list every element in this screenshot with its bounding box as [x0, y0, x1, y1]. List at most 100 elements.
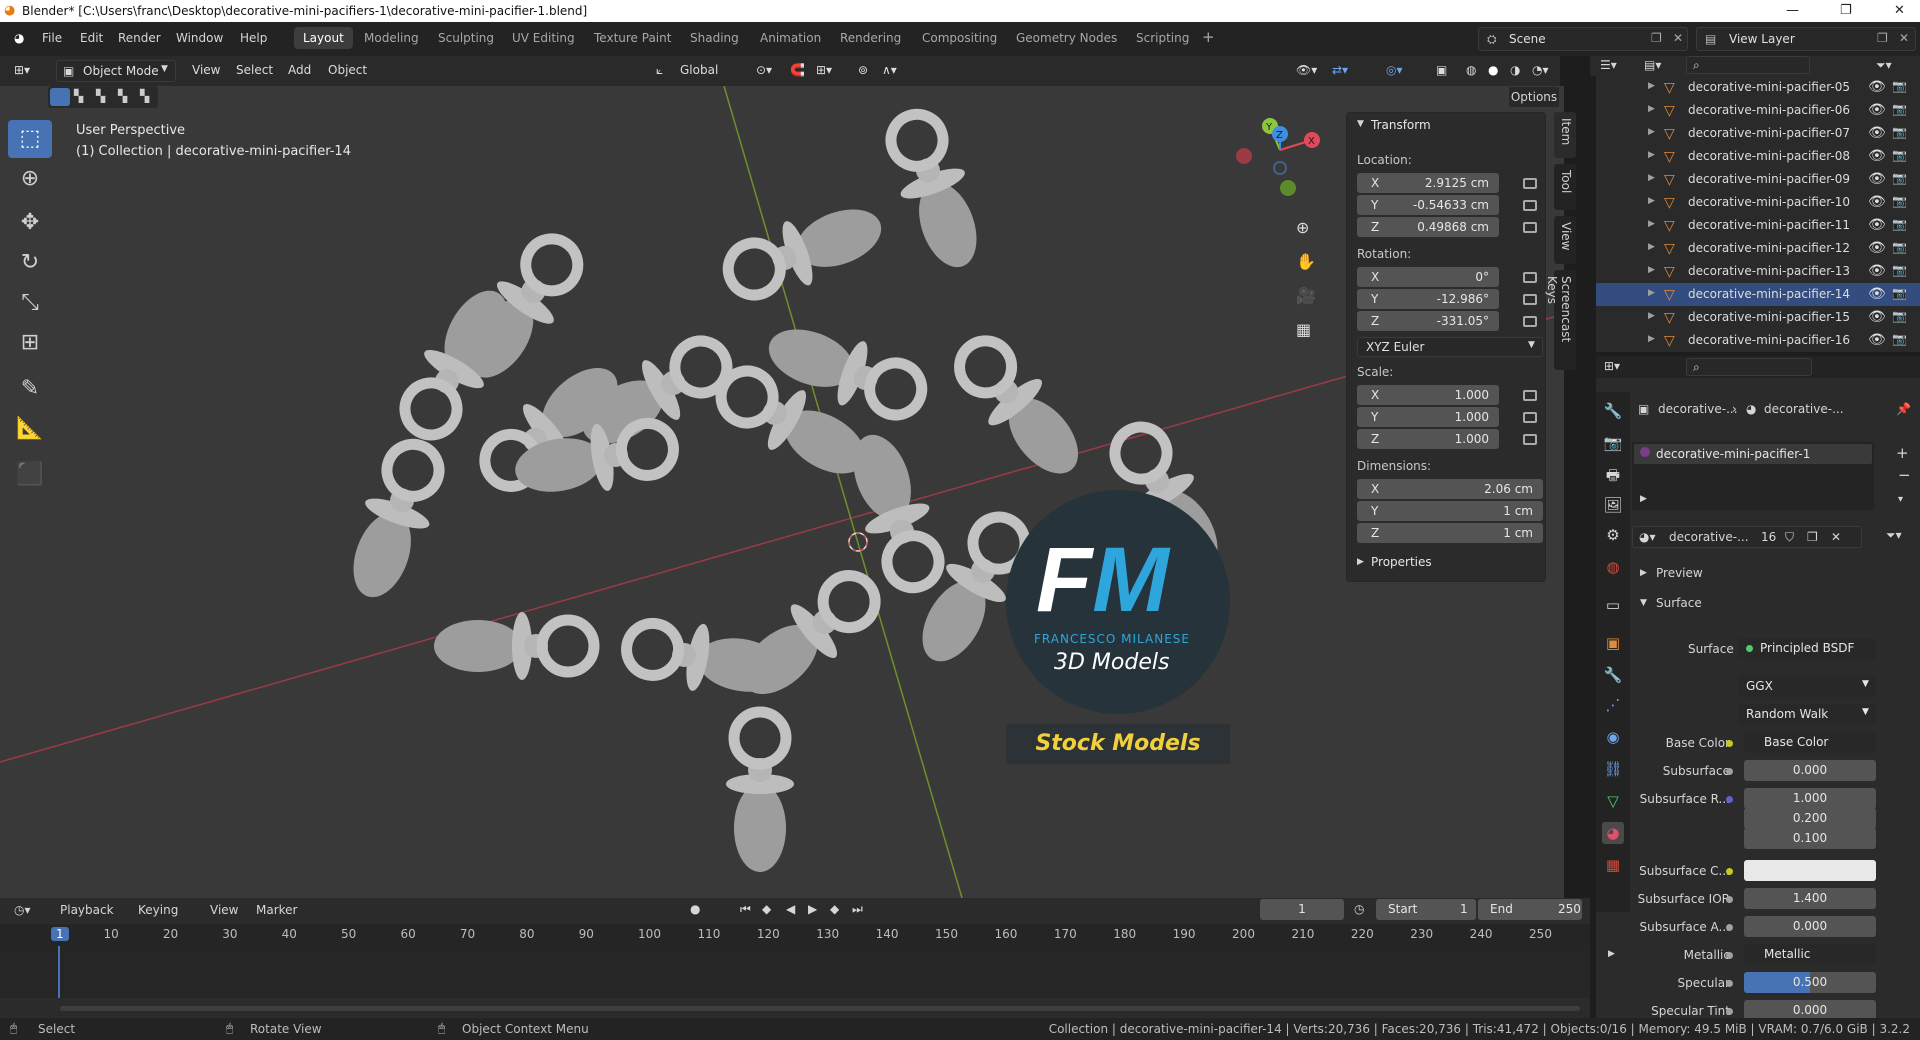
- socket-icon[interactable]: [1726, 768, 1733, 775]
- eye-icon[interactable]: 👁: [1868, 171, 1886, 187]
- menu-keying[interactable]: Keying: [138, 903, 178, 917]
- expand-icon[interactable]: ▶: [1648, 311, 1655, 321]
- remove-scene-icon[interactable]: ✕: [1673, 31, 1683, 45]
- overlays-icon[interactable]: ◎▾: [1386, 63, 1403, 77]
- menu-object[interactable]: Object: [328, 63, 367, 77]
- menu-file[interactable]: File: [42, 31, 62, 45]
- pan-hand-icon[interactable]: ✋: [1296, 252, 1316, 271]
- scene-icon[interactable]: ⚙: [1602, 524, 1624, 546]
- data-icon[interactable]: ▽: [1602, 790, 1624, 812]
- pin-icon[interactable]: 📌: [1896, 402, 1911, 416]
- material-slot-row[interactable]: decorative-mini-pacifier-1: [1634, 444, 1872, 464]
- eye-icon[interactable]: 👁: [1868, 125, 1886, 141]
- proportional-edit-icon[interactable]: ⊚: [858, 63, 868, 77]
- lock-icon[interactable]: [1523, 200, 1537, 211]
- lock-icon[interactable]: [1523, 316, 1537, 327]
- expand-icon[interactable]: ▶: [1648, 242, 1655, 252]
- shader-input-field[interactable]: Base Color: [1744, 732, 1876, 753]
- socket-icon[interactable]: [1726, 796, 1733, 803]
- record-icon[interactable]: ●: [690, 902, 700, 916]
- outliner-row[interactable]: ▶ ▽ decorative-mini-pacifier-07 👁 📷: [1596, 122, 1920, 145]
- lock-icon[interactable]: [1523, 434, 1537, 445]
- material-shading-icon[interactable]: ◑: [1510, 63, 1520, 77]
- shader-input-field[interactable]: 0.000: [1744, 916, 1876, 937]
- material-icon[interactable]: ◕: [1602, 822, 1624, 844]
- move-tool-icon[interactable]: ✥: [8, 204, 52, 242]
- surface-header[interactable]: Surface: [1656, 596, 1702, 610]
- expand-icon[interactable]: ▶: [1640, 568, 1647, 578]
- outliner-search-input[interactable]: ⌕: [1686, 56, 1810, 74]
- location-y-field[interactable]: Y -0.54633 cm: [1357, 195, 1499, 215]
- start-frame-field[interactable]: Start 1: [1376, 899, 1476, 920]
- render-icon[interactable]: 📷: [1602, 432, 1624, 454]
- lock-icon[interactable]: [1523, 178, 1537, 189]
- physics-icon[interactable]: ◉: [1602, 726, 1624, 748]
- filter-icon[interactable]: ⏷▾: [1876, 58, 1892, 73]
- lock-icon[interactable]: [1523, 222, 1537, 233]
- minimize-icon[interactable]: —: [1786, 3, 1799, 18]
- eye-icon[interactable]: 👁: [1868, 309, 1886, 325]
- playhead[interactable]: [58, 946, 60, 998]
- outliner-row[interactable]: ▶ ▽ decorative-mini-pacifier-06 👁 📷: [1596, 99, 1920, 122]
- fake-user-icon[interactable]: ⛉: [1785, 530, 1794, 545]
- tab-scripting[interactable]: Scripting: [1136, 31, 1189, 45]
- render-camera-icon[interactable]: 📷: [1892, 332, 1907, 346]
- expand-icon[interactable]: ▶: [1648, 288, 1655, 298]
- menu-edit[interactable]: Edit: [80, 31, 103, 45]
- shader-input-field[interactable]: 1.000: [1744, 788, 1876, 809]
- rendered-shading-icon[interactable]: ◔▾: [1532, 63, 1549, 77]
- end-frame-field[interactable]: End 250: [1478, 899, 1582, 920]
- remove-view-layer-icon[interactable]: ✕: [1899, 31, 1909, 45]
- scale-z-field[interactable]: Z 1.000: [1357, 429, 1499, 449]
- cursor-tool-icon[interactable]: ⊕: [8, 160, 52, 198]
- render-camera-icon[interactable]: 📷: [1892, 102, 1907, 116]
- properties-editor-icon[interactable]: ⊞▾: [1604, 359, 1620, 373]
- expand-icon[interactable]: ▶: [1648, 104, 1655, 114]
- socket-icon[interactable]: [1726, 924, 1733, 931]
- shader-input-field[interactable]: 1.400: [1744, 888, 1876, 909]
- eye-icon[interactable]: 👁: [1868, 217, 1886, 233]
- falloff-icon[interactable]: ∧▾: [882, 63, 897, 77]
- new-scene-icon[interactable]: ❐: [1651, 31, 1662, 45]
- output-icon[interactable]: 🖶: [1602, 464, 1624, 486]
- editor-type-icon[interactable]: ⊞▾: [14, 63, 30, 77]
- scale-x-field[interactable]: X 1.000: [1357, 385, 1499, 405]
- render-camera-icon[interactable]: 📷: [1892, 125, 1907, 139]
- mode-dropdown[interactable]: ▣ Object Mode ▼: [56, 60, 176, 82]
- collapse-icon[interactable]: ▼: [1640, 598, 1647, 608]
- expand-icon[interactable]: ▶: [1648, 334, 1655, 344]
- maximize-icon[interactable]: ❐: [1840, 3, 1852, 18]
- particles-icon[interactable]: ⋰: [1602, 694, 1624, 716]
- eye-icon[interactable]: 👁: [1868, 286, 1886, 302]
- unlink-material-icon[interactable]: ✕: [1831, 530, 1841, 544]
- dimension-z-field[interactable]: Z1 cm: [1357, 523, 1543, 543]
- dimension-x-field[interactable]: X 2.06 cm: [1357, 479, 1543, 499]
- snap-target-icon[interactable]: ⊞▾: [816, 63, 832, 77]
- render-camera-icon[interactable]: 📷: [1892, 148, 1907, 162]
- view-layer-icon[interactable]: 🖼: [1602, 494, 1624, 516]
- expand-icon[interactable]: ▶: [1648, 196, 1655, 206]
- scale-tool-icon[interactable]: ⤡: [8, 284, 52, 322]
- menu-help[interactable]: Help: [240, 31, 267, 45]
- view-layer-selector[interactable]: ▤ View Layer ❐ ✕: [1696, 27, 1916, 51]
- expand-icon[interactable]: ▶: [1648, 81, 1655, 91]
- lock-icon[interactable]: [1523, 412, 1537, 423]
- render-camera-icon[interactable]: 📷: [1892, 79, 1907, 93]
- collapse-icon[interactable]: ▼: [1357, 119, 1364, 129]
- outliner-editor-icon[interactable]: ☰▾: [1600, 58, 1617, 72]
- tab-item[interactable]: Item: [1554, 112, 1576, 158]
- measure-tool-icon[interactable]: 📐: [8, 410, 52, 448]
- tab-tool[interactable]: Tool: [1554, 164, 1576, 210]
- annotate-tool-icon[interactable]: ✎: [8, 370, 52, 408]
- tab-modeling[interactable]: Modeling: [364, 31, 419, 45]
- wireframe-shading-icon[interactable]: ◍: [1466, 63, 1476, 77]
- select-new-icon[interactable]: [50, 88, 70, 106]
- rotation-y-field[interactable]: Y -12.986°: [1357, 289, 1499, 309]
- tool-settings-icon[interactable]: 🔧: [1602, 400, 1624, 422]
- pivot-icon[interactable]: ⊙▾: [756, 63, 772, 77]
- outliner-row[interactable]: ▶ ▽ decorative-mini-pacifier-10 👁 📷: [1596, 191, 1920, 214]
- menu-select[interactable]: Select: [236, 63, 273, 77]
- xray-icon[interactable]: ▣: [1436, 63, 1447, 77]
- eye-icon[interactable]: 👁: [1868, 240, 1886, 256]
- socket-icon[interactable]: [1726, 952, 1733, 959]
